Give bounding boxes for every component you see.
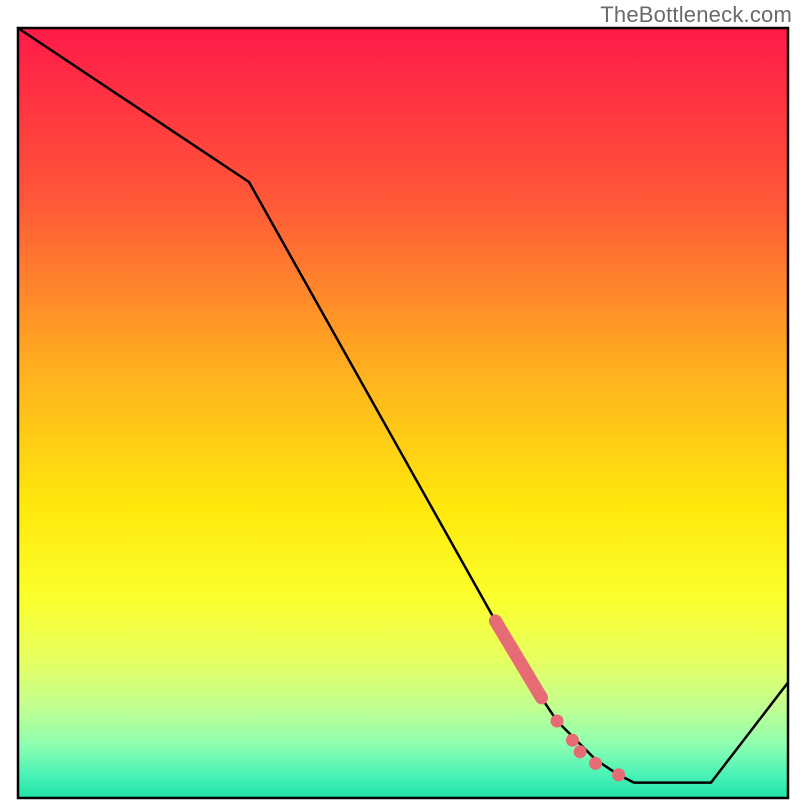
marker-dot	[612, 768, 625, 781]
bottleneck-chart	[0, 0, 800, 800]
marker-dot	[551, 715, 564, 728]
marker-dot	[574, 745, 587, 758]
plot-background	[18, 28, 788, 798]
chart-container: TheBottleneck.com	[0, 0, 800, 800]
marker-dot	[589, 757, 602, 770]
marker-dot	[566, 734, 579, 747]
watermark-text: TheBottleneck.com	[600, 2, 792, 28]
